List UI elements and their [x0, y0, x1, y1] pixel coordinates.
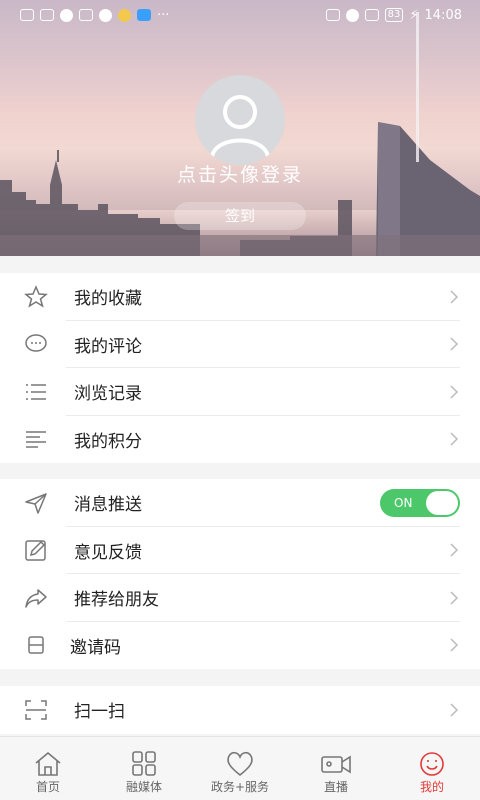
push-toggle[interactable]: ON: [380, 488, 460, 517]
app-notification-icon: [118, 8, 131, 22]
chevron-right-icon: [450, 703, 459, 717]
tab-government-services[interactable]: 政务+服务: [192, 737, 288, 800]
tab-label: 政务+服务: [210, 780, 270, 794]
chevron-right-icon: [450, 543, 459, 557]
menu-item-label: 我的收藏: [74, 289, 142, 310]
checkin-button[interactable]: 签到: [174, 202, 306, 230]
menu-group-settings: 消息推送 ON 意见反馈 推荐给朋友 邀请码: [0, 479, 480, 669]
edit-icon: [25, 540, 46, 561]
avatar[interactable]: [195, 75, 285, 165]
tab-home[interactable]: 首页: [0, 737, 96, 800]
menu-item-label: 浏览记录: [74, 384, 142, 405]
star-icon: [24, 284, 48, 308]
nfc-icon: [325, 9, 340, 21]
tab-mine[interactable]: 我的: [384, 737, 480, 800]
menu-item-label: 我的评论: [74, 336, 142, 357]
chevron-right-icon: [450, 385, 459, 399]
menu-item-favorites[interactable]: 我的收藏: [0, 273, 480, 321]
menu-group-tools: 扫一扫: [0, 686, 480, 734]
menu-item-feedback[interactable]: 意见反馈: [0, 527, 480, 574]
login-prompt[interactable]: 点击头像登录: [0, 160, 480, 187]
tab-label: 融媒体: [125, 780, 162, 794]
signal-icon: [20, 9, 34, 21]
charging-icon: ⚡: [409, 7, 419, 23]
tab-label: 首页: [35, 780, 60, 794]
menu-item-comments[interactable]: 我的评论: [0, 321, 480, 368]
menu-group-personal: 我的收藏 我的评论 浏览记录 我的积分: [0, 273, 480, 463]
menu-item-label: 推荐给朋友: [74, 590, 159, 611]
chevron-right-icon: [450, 591, 459, 605]
chevron-right-icon: [450, 638, 459, 652]
toggle-state-label: ON: [394, 495, 413, 510]
menu-item-points[interactable]: 我的积分: [0, 416, 480, 464]
heart-icon: [227, 751, 253, 777]
menu-item-label: 意见反馈: [74, 542, 142, 563]
bottom-tab-bar: 首页 融媒体 政务+服务 直播 我的: [0, 736, 480, 800]
more-notifications: ···: [157, 7, 170, 23]
menu-item-label: 我的积分: [74, 431, 142, 452]
alert-icon: [79, 9, 93, 21]
send-icon: [25, 493, 47, 514]
menu-item-label: 消息推送: [74, 495, 142, 516]
list-icon: [26, 384, 46, 400]
points-icon: [26, 431, 46, 448]
menu-item-history[interactable]: 浏览记录: [0, 368, 480, 416]
tab-media[interactable]: 融媒体: [96, 737, 192, 800]
menu-item-push: 消息推送 ON: [0, 479, 480, 527]
weibo-icon: [60, 8, 73, 22]
invite-icon: [28, 636, 44, 654]
share-icon: [25, 589, 47, 608]
comment-icon: [25, 334, 47, 352]
home-icon: [35, 751, 61, 776]
menu-item-scan[interactable]: 扫一扫: [0, 686, 480, 734]
user-icon: [210, 95, 270, 158]
grid-icon: [132, 751, 156, 776]
location-icon: [345, 8, 359, 22]
search-app-icon: [137, 9, 151, 21]
camera-icon: [321, 755, 351, 774]
chevron-right-icon: [450, 432, 459, 446]
battery-icon: 83: [384, 8, 404, 22]
menu-item-label: 邀请码: [70, 637, 121, 658]
chevron-right-icon: [450, 337, 459, 351]
mute-icon: [364, 9, 379, 21]
menu-item-label: 扫一扫: [74, 702, 125, 723]
weibo-icon-2: [99, 8, 112, 22]
smile-icon: [420, 752, 444, 776]
menu-item-invite-code[interactable]: 邀请码: [0, 622, 480, 670]
toggle-knob: [426, 490, 458, 515]
tab-label: 我的: [419, 780, 444, 794]
chevron-right-icon: [450, 290, 459, 304]
profile-header: ··· 83 ⚡ 14:08 点击头像登录 签到: [0, 0, 480, 256]
wifi-icon: [40, 9, 54, 21]
scan-icon: [25, 700, 47, 720]
clock: 14:08: [424, 7, 462, 23]
tab-live[interactable]: 直播: [288, 737, 384, 800]
status-bar: ··· 83 ⚡ 14:08: [0, 0, 480, 30]
tab-label: 直播: [323, 780, 348, 794]
menu-item-recommend[interactable]: 推荐给朋友: [0, 574, 480, 622]
